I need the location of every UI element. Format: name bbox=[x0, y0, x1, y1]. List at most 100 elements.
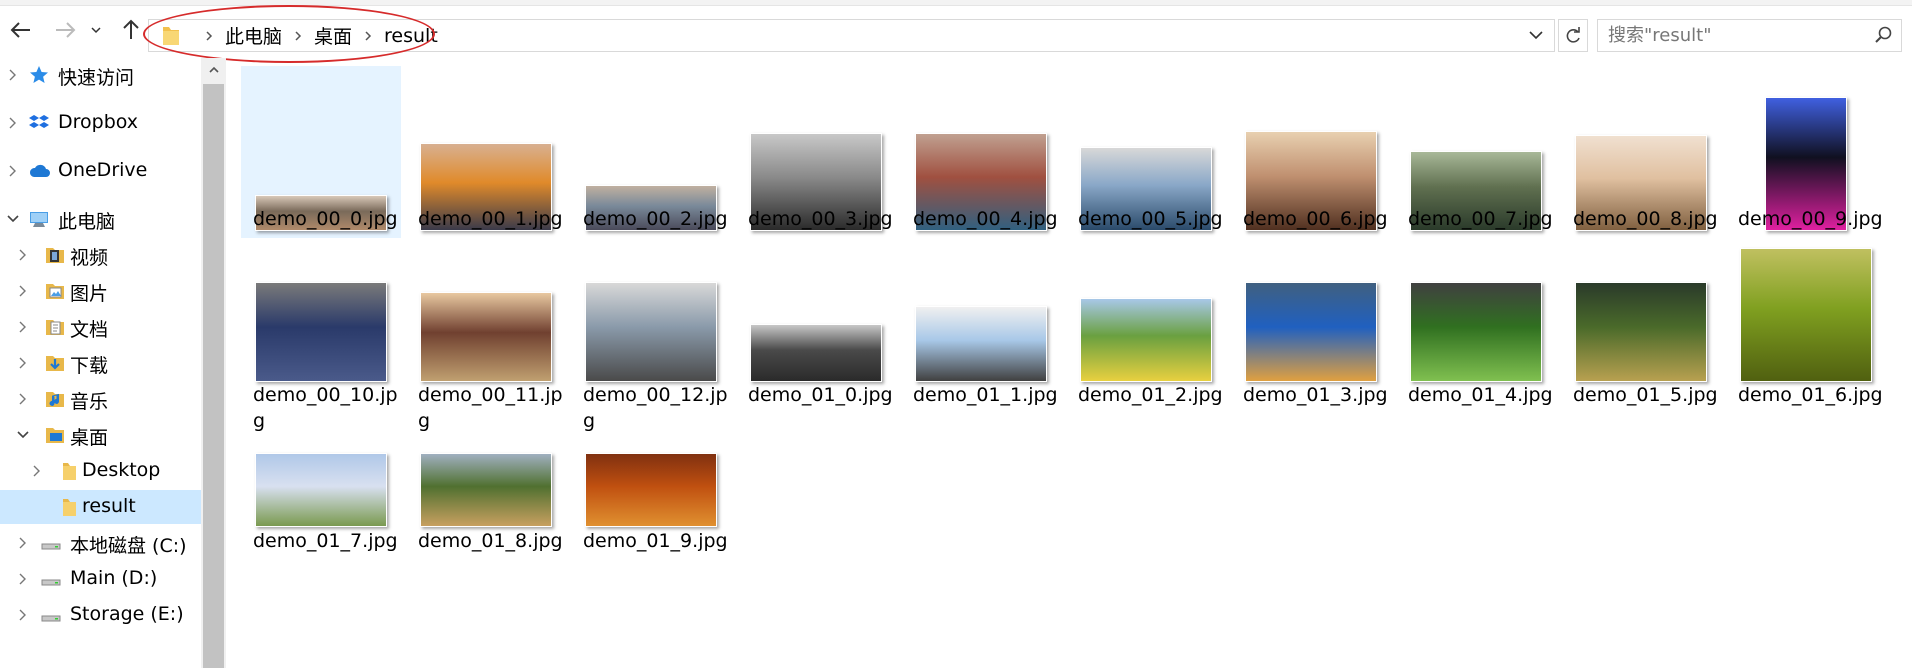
chevron-right-icon[interactable] bbox=[16, 572, 30, 586]
file-tile[interactable]: demo_00_12.jp g bbox=[571, 241, 731, 432]
navigation-pane-scrollbar[interactable] bbox=[201, 58, 226, 668]
file-tile[interactable]: demo_01_4.jpg bbox=[1396, 241, 1556, 411]
image-thumbnail bbox=[585, 453, 717, 527]
music-folder-icon bbox=[46, 392, 64, 407]
star-icon bbox=[30, 66, 48, 83]
file-name: demo_00_5.jpg bbox=[1078, 206, 1224, 232]
file-tile[interactable]: demo_00_11.jp g bbox=[406, 241, 566, 432]
back-button[interactable] bbox=[8, 17, 34, 43]
file-name: demo_01_7.jpg bbox=[253, 528, 399, 554]
breadcrumb-item-this-pc[interactable]: 此电脑 bbox=[225, 22, 282, 49]
search-input[interactable] bbox=[1608, 23, 1858, 47]
scrollbar-thumb[interactable] bbox=[203, 84, 224, 668]
file-tile[interactable]: demo_00_10.jp g bbox=[241, 241, 401, 432]
image-thumbnail bbox=[1410, 282, 1542, 382]
folder-icon bbox=[163, 26, 179, 45]
refresh-button[interactable] bbox=[1558, 19, 1588, 52]
cloud-icon bbox=[29, 164, 50, 177]
sidebar-item[interactable]: 文档 bbox=[0, 310, 201, 344]
file-tile[interactable]: demo_01_2.jpg bbox=[1066, 241, 1226, 411]
chevron-right-icon[interactable] bbox=[16, 608, 30, 622]
file-name: demo_00_7.jpg bbox=[1408, 206, 1554, 232]
file-name-line: demo_01_7.jpg bbox=[253, 530, 398, 552]
chevron-right-icon[interactable] bbox=[6, 164, 20, 178]
sidebar-item[interactable]: 桌面 bbox=[0, 418, 201, 452]
chevron-right-icon[interactable] bbox=[16, 284, 30, 298]
chevron-right-icon[interactable] bbox=[16, 536, 30, 550]
sidebar-item[interactable]: 此电脑 bbox=[0, 202, 201, 236]
breadcrumb-separator-icon bbox=[294, 30, 302, 42]
file-tile[interactable]: demo_00_0.jpg bbox=[241, 66, 401, 238]
file-tile[interactable]: demo_01_3.jpg bbox=[1231, 241, 1391, 411]
sidebar-item-label: 此电脑 bbox=[58, 211, 116, 233]
chevron-right-icon[interactable] bbox=[6, 68, 20, 82]
file-name: demo_00_0.jpg bbox=[253, 206, 399, 232]
sidebar-item-label: 快速访问 bbox=[58, 67, 135, 89]
file-tile[interactable]: demo_01_9.jpg bbox=[571, 446, 731, 616]
image-thumbnail bbox=[420, 453, 552, 527]
sidebar-item[interactable]: Main (D:) bbox=[0, 562, 201, 596]
chevron-right-icon[interactable] bbox=[6, 116, 20, 130]
scroll-up-button[interactable] bbox=[201, 58, 226, 82]
chevron-down-icon[interactable] bbox=[16, 428, 30, 442]
sidebar-item[interactable]: result bbox=[0, 490, 201, 524]
dropbox-icon bbox=[29, 115, 49, 128]
address-history-chevron-down-icon[interactable] bbox=[1526, 25, 1546, 45]
file-tile[interactable]: demo_01_7.jpg bbox=[241, 446, 401, 616]
file-tile[interactable]: demo_01_6.jpg bbox=[1726, 241, 1886, 411]
desktop-folder-icon bbox=[46, 428, 64, 443]
forward-button[interactable] bbox=[52, 17, 78, 43]
chevron-right-icon[interactable] bbox=[16, 248, 30, 262]
file-tile[interactable]: demo_00_6.jpg bbox=[1231, 66, 1391, 236]
drive-icon bbox=[41, 543, 61, 550]
pictures-folder-icon bbox=[46, 284, 64, 299]
sidebar-item-label: 音乐 bbox=[70, 391, 109, 413]
file-name-line: demo_00_0.jpg bbox=[253, 208, 398, 230]
file-name-line: g bbox=[253, 410, 266, 432]
drive-icon bbox=[41, 579, 61, 586]
chevron-down-icon[interactable] bbox=[6, 212, 20, 226]
file-tile[interactable]: demo_01_0.jpg bbox=[736, 241, 896, 411]
chevron-right-icon[interactable] bbox=[16, 320, 30, 334]
recent-locations-button[interactable] bbox=[88, 17, 104, 43]
sidebar-item[interactable]: 音乐 bbox=[0, 382, 201, 416]
file-tile[interactable]: demo_00_8.jpg bbox=[1561, 66, 1721, 236]
address-bar[interactable]: 此电脑 桌面 result bbox=[148, 19, 1555, 52]
sidebar-item[interactable]: 快速访问 bbox=[0, 58, 201, 92]
file-tile[interactable]: demo_00_7.jpg bbox=[1396, 66, 1556, 236]
file-name-line: demo_00_4.jpg bbox=[913, 208, 1058, 230]
file-tile[interactable]: demo_00_2.jpg bbox=[571, 66, 731, 236]
chevron-right-icon[interactable] bbox=[30, 464, 44, 478]
sidebar-item[interactable]: 视频 bbox=[0, 238, 201, 272]
file-name: demo_00_8.jpg bbox=[1573, 206, 1719, 232]
sidebar-item[interactable]: 图片 bbox=[0, 274, 201, 308]
file-tile[interactable]: demo_01_1.jpg bbox=[901, 241, 1061, 411]
chevron-right-icon[interactable] bbox=[16, 392, 30, 406]
up-button[interactable] bbox=[118, 17, 144, 43]
breadcrumb-item-result[interactable]: result bbox=[384, 25, 438, 47]
sidebar-item[interactable]: Dropbox bbox=[0, 106, 201, 140]
search-icon[interactable] bbox=[1875, 26, 1893, 44]
sidebar-item[interactable]: 下载 bbox=[0, 346, 201, 380]
file-name-line: demo_01_3.jpg bbox=[1243, 384, 1388, 406]
sidebar-item[interactable]: Storage (E:) bbox=[0, 598, 201, 632]
breadcrumb-separator-icon bbox=[364, 30, 372, 42]
image-thumbnail bbox=[1245, 282, 1377, 382]
file-tile[interactable]: demo_00_5.jpg bbox=[1066, 66, 1226, 236]
file-tile[interactable]: demo_00_4.jpg bbox=[901, 66, 1061, 236]
file-name-line: demo_01_9.jpg bbox=[583, 530, 728, 552]
image-thumbnail bbox=[915, 306, 1047, 382]
sidebar-item[interactable]: OneDrive bbox=[0, 154, 201, 188]
sidebar-item-label: 本地磁盘 (C:) bbox=[70, 535, 187, 557]
file-tile[interactable]: demo_01_5.jpg bbox=[1561, 241, 1721, 411]
search-box[interactable] bbox=[1597, 19, 1902, 52]
chevron-right-icon[interactable] bbox=[16, 356, 30, 370]
file-tile[interactable]: demo_00_3.jpg bbox=[736, 66, 896, 236]
file-tile[interactable]: demo_00_1.jpg bbox=[406, 66, 566, 236]
file-name: demo_01_2.jpg bbox=[1078, 382, 1224, 408]
file-tile[interactable]: demo_00_9.jpg bbox=[1726, 66, 1886, 236]
sidebar-item[interactable]: Desktop bbox=[0, 454, 201, 488]
breadcrumb-item-desktop[interactable]: 桌面 bbox=[314, 22, 352, 49]
sidebar-item[interactable]: 本地磁盘 (C:) bbox=[0, 526, 201, 560]
file-tile[interactable]: demo_01_8.jpg bbox=[406, 446, 566, 616]
